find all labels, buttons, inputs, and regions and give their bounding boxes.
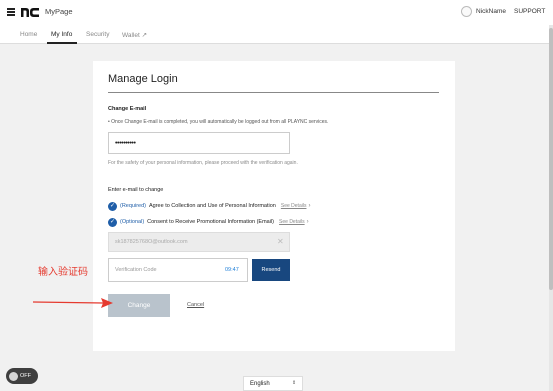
title-divider (108, 92, 439, 93)
toggle-switch[interactable]: OFF (6, 368, 38, 384)
resend-button[interactable]: Resend (252, 259, 290, 281)
top-bar: MyPage NickName SUPPORT (0, 0, 553, 25)
cancel-link[interactable]: Cancel (187, 302, 204, 308)
annotation-text: 输入验证码 (38, 267, 88, 278)
agreement-text: Agree to Collection and Use of Personal … (148, 203, 276, 209)
logout-notice: • Once Change E-mail is completed, you w… (108, 119, 329, 125)
nickname[interactable]: NickName (476, 8, 506, 15)
change-email-label: Change E-mail (108, 106, 147, 112)
countdown-timer: 09:47 (225, 267, 239, 273)
page-title: Manage Login (108, 73, 178, 85)
enter-email-label: Enter e-mail to change (108, 187, 164, 193)
see-details-link[interactable]: See Details (281, 203, 307, 209)
toggle-label: OFF (20, 373, 31, 379)
toggle-knob (9, 371, 18, 381)
menu-icon[interactable] (7, 8, 15, 16)
nc-logo-icon[interactable] (20, 6, 40, 18)
agreement-optional[interactable]: ✓ (Optional) Consent to Receive Promotio… (108, 217, 309, 227)
support-link[interactable]: SUPPORT (514, 8, 545, 15)
see-details-link[interactable]: See Details (279, 219, 305, 225)
avatar[interactable] (461, 6, 472, 17)
password-field[interactable]: •••••••••• (108, 132, 290, 154)
check-circle-icon[interactable]: ✓ (108, 217, 117, 227)
clear-icon[interactable]: ✕ (277, 237, 284, 246)
scrollbar-thumb[interactable] (549, 28, 553, 290)
check-circle-icon[interactable]: ✓ (108, 201, 117, 211)
agreement-text: Consent to Receive Promotional Informati… (147, 219, 275, 225)
active-tab-indicator (47, 42, 77, 44)
new-email-field[interactable]: sk187825768O@outlook.com (108, 232, 290, 252)
chevron-right-icon: › (308, 203, 311, 209)
tab-security[interactable]: Security (86, 31, 109, 38)
sort-arrows-icon: ⇕ (292, 380, 297, 386)
required-tag: (Required) (120, 203, 146, 209)
change-button[interactable]: Change (108, 294, 170, 317)
agreement-required[interactable]: ✓ (Required) Agree to Collection and Use… (108, 201, 310, 211)
chevron-right-icon: › (306, 219, 309, 225)
nav-tabs: Home My Info Security Wallet ↗ (0, 25, 553, 44)
manage-login-card: Manage Login Change E-mail • Once Change… (93, 61, 455, 351)
optional-tag: (Optional) (120, 219, 145, 225)
brand-name[interactable]: MyPage (45, 7, 73, 16)
safety-hint: For the safety of your personal informat… (108, 160, 298, 166)
tab-my-info[interactable]: My Info (51, 31, 72, 38)
annotation-arrow-icon (33, 298, 113, 308)
tab-home[interactable]: Home (20, 31, 37, 38)
tab-wallet[interactable]: Wallet ↗ (122, 31, 147, 39)
